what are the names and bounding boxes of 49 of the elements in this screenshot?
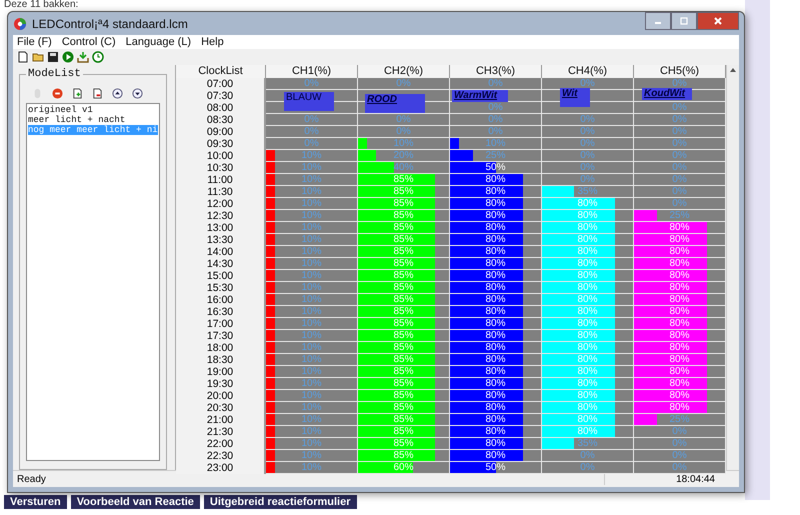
- time-cell: 23:00: [176, 462, 266, 474]
- column-header: CH3(%): [450, 65, 542, 78]
- time-cell: 10:00: [176, 150, 266, 162]
- column-header: CH2(%): [358, 65, 450, 78]
- time-cell: 09:00: [176, 126, 266, 138]
- time-cell: 20:00: [176, 390, 266, 402]
- time-cell: 11:00: [176, 174, 266, 186]
- channel-name-tooltip: WarmWit: [452, 90, 508, 102]
- time-cell: 22:00: [176, 438, 266, 450]
- channel-name-tooltip: Wit: [560, 88, 590, 107]
- time-cell: 13:30: [176, 234, 266, 246]
- time-cell: 10:30: [176, 162, 266, 174]
- column-header: ClockList: [176, 65, 266, 78]
- status-time: 18:04:44: [604, 474, 735, 484]
- time-cell: 07:30: [176, 90, 266, 102]
- column-header: CH1(%): [266, 65, 358, 78]
- time-cell: 13:00: [176, 222, 266, 234]
- column-header: CH4(%): [542, 65, 634, 78]
- time-cell: 21:00: [176, 414, 266, 426]
- time-cell: 17:00: [176, 318, 266, 330]
- time-cell: 14:00: [176, 246, 266, 258]
- time-cell: 19:00: [176, 366, 266, 378]
- group-title: ModeList: [27, 68, 82, 80]
- window-title: LEDControl¡ª4 standaard.lcm: [32, 16, 188, 30]
- time-cell: 21:30: [176, 426, 266, 438]
- time-cell: 15:00: [176, 270, 266, 282]
- time-cell: 07:00: [176, 78, 266, 90]
- column-header: CH5(%): [634, 65, 726, 78]
- time-cell: 18:00: [176, 342, 266, 354]
- status-message: Ready: [17, 474, 47, 484]
- time-cell: 08:30: [176, 114, 266, 126]
- channel-name-tooltip: KoudWit: [642, 88, 692, 100]
- time-cell: 17:30: [176, 330, 266, 342]
- time-cell: 08:00: [176, 102, 266, 114]
- channel-name-tooltip: ROOD: [365, 94, 425, 113]
- time-cell: 11:30: [176, 186, 266, 198]
- page-heading: Deze 11 bakken:: [4, 0, 78, 10]
- time-cell: 20:30: [176, 402, 266, 414]
- time-cell: 22:30: [176, 450, 266, 462]
- time-cell: 16:00: [176, 294, 266, 306]
- channel-name-tooltip: BLAUW: [284, 92, 334, 111]
- time-cell: 16:30: [176, 306, 266, 318]
- time-cell: 15:30: [176, 282, 266, 294]
- time-cell: 18:30: [176, 354, 266, 366]
- time-cell: 14:30: [176, 258, 266, 270]
- time-cell: 09:30: [176, 138, 266, 150]
- time-cell: 12:30: [176, 210, 266, 222]
- time-cell: 12:00: [176, 198, 266, 210]
- time-cell: 19:30: [176, 378, 266, 390]
